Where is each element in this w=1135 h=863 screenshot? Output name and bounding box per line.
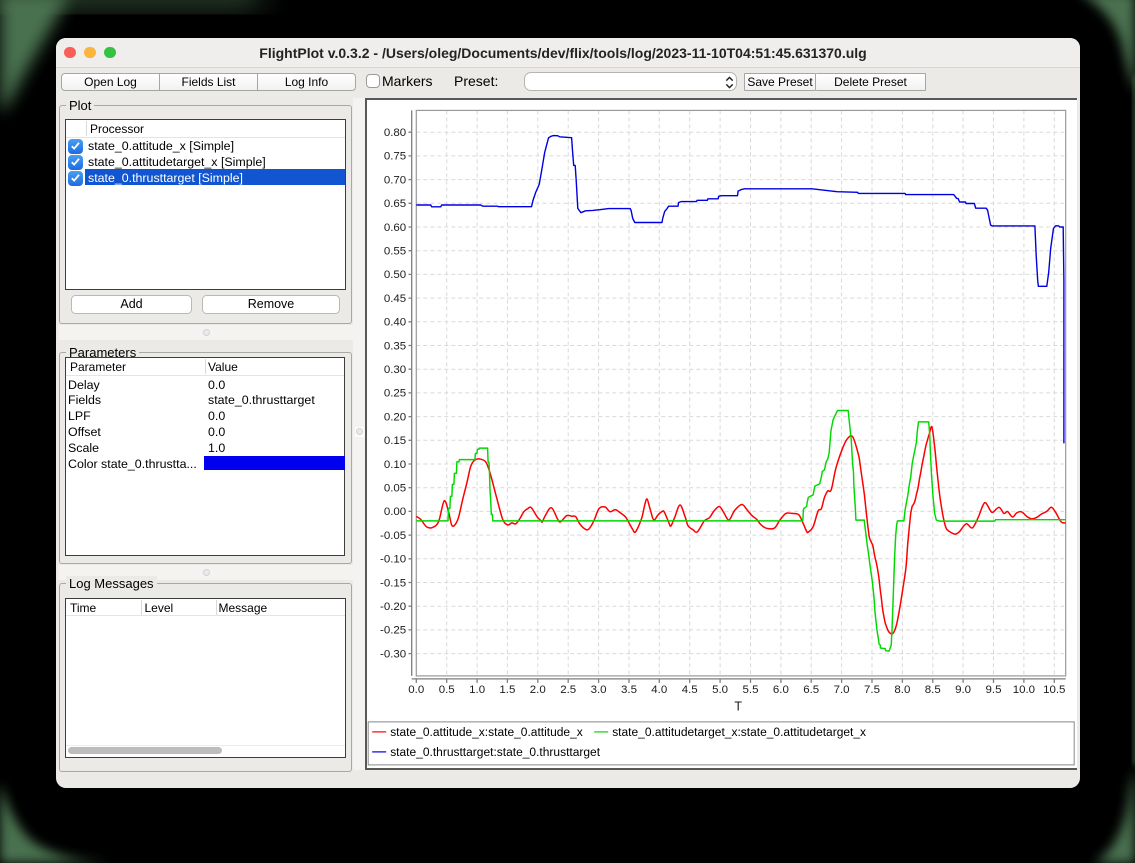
svg-text:0.80: 0.80 (384, 127, 406, 139)
svg-text:0.70: 0.70 (384, 174, 406, 186)
svg-text:0.5: 0.5 (439, 683, 455, 695)
svg-text:0.75: 0.75 (384, 150, 406, 162)
svg-text:0.60: 0.60 (384, 221, 406, 233)
svg-text:0.55: 0.55 (384, 245, 406, 257)
svg-text:0.0: 0.0 (409, 683, 425, 695)
svg-text:4.5: 4.5 (682, 683, 698, 695)
svg-text:8.0: 8.0 (895, 683, 911, 695)
svg-text:6.0: 6.0 (773, 683, 789, 695)
svg-text:9.5: 9.5 (986, 683, 1002, 695)
svg-text:-0.15: -0.15 (380, 577, 406, 589)
svg-text:10.5: 10.5 (1043, 683, 1065, 695)
svg-text:0.00: 0.00 (384, 506, 406, 518)
svg-text:5.5: 5.5 (743, 683, 759, 695)
svg-text:0.20: 0.20 (384, 411, 406, 423)
svg-text:state_0.attitudetarget_x:state: state_0.attitudetarget_x:state_0.attitud… (612, 724, 866, 738)
svg-text:T: T (735, 699, 743, 713)
svg-text:-0.25: -0.25 (380, 624, 406, 636)
svg-text:0.25: 0.25 (384, 387, 406, 399)
svg-text:0.10: 0.10 (384, 458, 406, 470)
svg-text:10.0: 10.0 (1013, 683, 1035, 695)
svg-text:8.5: 8.5 (925, 683, 941, 695)
svg-text:9.0: 9.0 (955, 683, 971, 695)
svg-text:7.5: 7.5 (864, 683, 880, 695)
svg-text:7.0: 7.0 (834, 683, 850, 695)
svg-text:6.5: 6.5 (804, 683, 820, 695)
svg-text:0.15: 0.15 (384, 435, 406, 447)
svg-text:4.0: 4.0 (652, 683, 668, 695)
svg-text:2.5: 2.5 (561, 683, 577, 695)
svg-text:1.5: 1.5 (500, 683, 516, 695)
svg-text:0.05: 0.05 (384, 482, 406, 494)
svg-text:0.45: 0.45 (384, 292, 406, 304)
svg-text:-0.10: -0.10 (380, 553, 406, 565)
svg-text:5.0: 5.0 (712, 683, 728, 695)
svg-text:0.35: 0.35 (384, 340, 406, 352)
svg-text:3.0: 3.0 (591, 683, 607, 695)
svg-text:0.50: 0.50 (384, 269, 406, 281)
svg-text:0.30: 0.30 (384, 364, 406, 376)
svg-text:-0.05: -0.05 (380, 529, 406, 541)
svg-text:0.65: 0.65 (384, 198, 406, 210)
svg-text:-0.20: -0.20 (380, 601, 406, 613)
svg-text:state_0.thrusttarget:state_0.t: state_0.thrusttarget:state_0.thrusttarge… (390, 744, 601, 758)
svg-text:2.0: 2.0 (530, 683, 546, 695)
svg-text:state_0.attitude_x:state_0.att: state_0.attitude_x:state_0.attitude_x (390, 724, 583, 738)
svg-text:-0.30: -0.30 (380, 648, 406, 660)
svg-text:3.5: 3.5 (621, 683, 637, 695)
svg-text:0.40: 0.40 (384, 316, 406, 328)
svg-text:1.0: 1.0 (469, 683, 485, 695)
